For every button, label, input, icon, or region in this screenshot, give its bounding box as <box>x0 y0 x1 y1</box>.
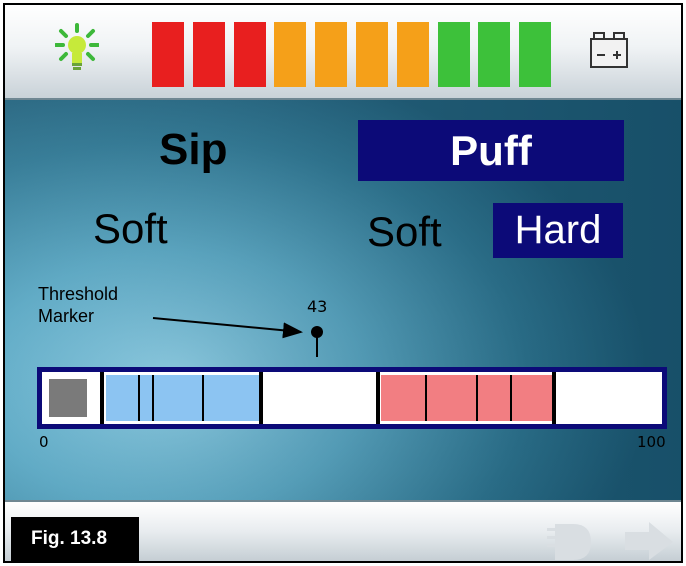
figure-caption: Fig. 13.8 <box>11 517 139 561</box>
scale-max-label: 100 <box>637 433 666 451</box>
threshold-value: 43 <box>307 297 328 316</box>
sip-soft-option[interactable]: Soft <box>93 205 168 253</box>
battery-segment <box>519 22 552 87</box>
puff-zone <box>381 375 553 421</box>
battery-segment <box>274 22 307 87</box>
status-bar <box>5 5 681 98</box>
display-frame: Sip Puff Soft Soft Hard Threshold Marker… <box>3 3 683 563</box>
sip-label: Sip <box>159 125 228 174</box>
puff-soft-option[interactable]: Soft <box>367 208 442 256</box>
threshold-caption-line1: Threshold <box>38 284 119 304</box>
threshold-scale[interactable] <box>37 367 667 429</box>
next-arrow-icon[interactable] <box>625 520 677 560</box>
sip-soft-zone <box>106 375 260 421</box>
scale-min-label: 0 <box>39 433 49 451</box>
battery-segment <box>396 22 429 87</box>
battery-segment <box>356 22 388 87</box>
battery-segment <box>315 22 348 87</box>
puff-button[interactable]: Puff <box>358 120 624 181</box>
battery-segment <box>437 22 470 87</box>
threshold-scale-zones <box>47 372 556 424</box>
threshold-caption-line2: Marker <box>38 306 95 326</box>
light-bulb-icon <box>55 23 99 70</box>
battery-segment <box>478 22 511 87</box>
threshold-marker-caption: Threshold Marker <box>38 283 178 327</box>
battery-segment <box>233 22 266 87</box>
speed-icon[interactable] <box>545 520 605 560</box>
battery-icon <box>590 32 628 68</box>
battery-segment <box>192 22 225 87</box>
puff-hard-option[interactable]: Hard <box>493 203 623 258</box>
battery-segment <box>152 22 184 87</box>
neutral-zone-marker <box>47 377 89 419</box>
